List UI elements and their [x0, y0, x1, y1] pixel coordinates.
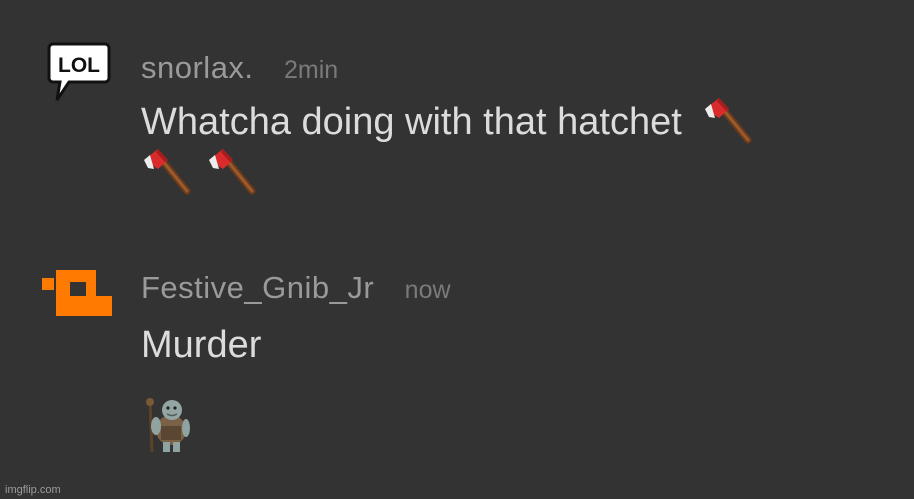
message-header: Festive_Gnib_Jr now — [141, 270, 451, 306]
axe-emoji — [702, 96, 754, 146]
watermark: imgflip.com — [5, 484, 61, 496]
message-header: snorlax. 2min — [141, 50, 338, 86]
message-text: Murder — [141, 321, 261, 369]
message-text: Whatcha doing with that hatchet — [141, 98, 754, 197]
axe-emoji — [206, 147, 258, 197]
troll-character-sticker[interactable] — [141, 396, 191, 459]
avatar[interactable]: LOL — [47, 40, 111, 109]
avatar[interactable] — [42, 262, 112, 323]
lol-badge-text: LOL — [58, 54, 100, 77]
timestamp: now — [404, 276, 451, 304]
orange-pixel-icon — [42, 270, 112, 316]
troll-icon — [146, 398, 190, 453]
message-text-content: Whatcha doing with that hatchet — [141, 101, 682, 143]
message-text-content: Murder — [141, 324, 262, 366]
timestamp: 2min — [284, 56, 339, 84]
axe-emoji — [141, 147, 193, 197]
username[interactable]: Festive_Gnib_Jr — [141, 270, 374, 305]
lol-speech-bubble-icon: LOL — [47, 42, 111, 101]
username[interactable]: snorlax. — [141, 50, 254, 85]
